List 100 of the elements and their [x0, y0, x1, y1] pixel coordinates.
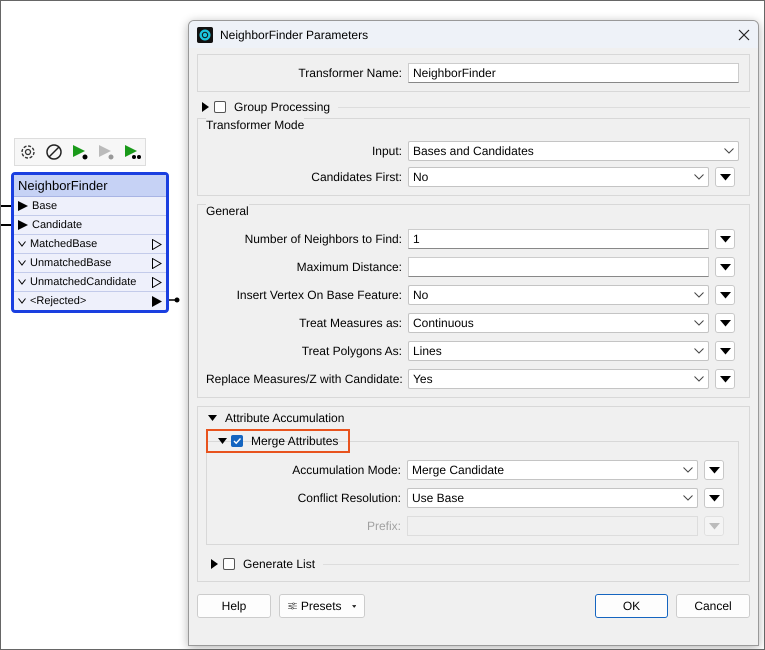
port-label: MatchedBase	[30, 238, 98, 250]
field-label: Prefix:	[366, 519, 401, 533]
close-icon[interactable]	[738, 28, 750, 40]
caret-icon	[720, 264, 730, 270]
caret-icon	[352, 604, 356, 608]
menu-button[interactable]	[715, 341, 735, 361]
menu-button[interactable]	[715, 285, 735, 305]
dropdown-value: Bases and Candidates	[413, 144, 535, 158]
dropdown-value: Use Base	[412, 491, 466, 505]
output-port-icon[interactable]	[152, 296, 162, 306]
sliders-icon	[288, 600, 297, 612]
caret-icon	[720, 174, 730, 180]
chevron-down-icon	[683, 495, 693, 501]
output-port-icon[interactable]	[152, 258, 162, 268]
group-title: General	[206, 204, 249, 218]
caret-icon	[720, 292, 730, 298]
default-button[interactable]: OK	[595, 594, 668, 618]
chevron-down-icon[interactable]	[18, 298, 26, 304]
dropdown-value: No	[413, 170, 430, 184]
collapsed-icon[interactable]	[201, 102, 210, 112]
input-field[interactable]	[408, 257, 709, 277]
menu-button[interactable]	[715, 167, 735, 187]
port-label: Base	[32, 200, 58, 212]
menu-button[interactable]	[704, 460, 724, 480]
field-label: Replace Measures/Z with Candidate:	[206, 372, 402, 386]
section-label: Group Processing	[234, 100, 330, 114]
field-label: Insert Vertex On Base Feature:	[236, 288, 402, 302]
menu-button[interactable]	[704, 488, 724, 508]
dropdown-value: Continuous	[413, 316, 475, 330]
menu-button[interactable]	[715, 257, 735, 277]
input-field[interactable]: NeighborFinder	[408, 63, 739, 83]
field-label: Candidates First:	[310, 170, 402, 184]
input-port-icon[interactable]	[18, 201, 28, 211]
field-label: Treat Measures as:	[298, 316, 402, 330]
section-label: Attribute Accumulation	[225, 411, 344, 425]
chevron-down-icon	[694, 376, 704, 382]
node-title: NeighborFinder	[14, 175, 166, 197]
prohibited-icon[interactable]	[45, 143, 63, 161]
field-label: Accumulation Mode:	[291, 463, 401, 477]
menu-button[interactable]	[715, 313, 735, 333]
checkbox[interactable]	[231, 435, 243, 447]
input-port-icon[interactable]	[18, 220, 28, 230]
dropdown[interactable]: No	[408, 285, 709, 305]
chevron-down-icon	[683, 467, 693, 473]
dropdown[interactable]: Yes	[408, 369, 709, 389]
caret-icon	[708, 466, 720, 474]
app-icon	[197, 26, 213, 42]
chevron-down-icon[interactable]	[18, 279, 26, 285]
expanded-icon[interactable]	[218, 436, 227, 446]
output-port-icon[interactable]	[152, 238, 162, 250]
chevron-down-icon	[694, 348, 704, 354]
caret-icon	[720, 348, 730, 354]
dropdown[interactable]: Merge Candidate	[407, 460, 698, 480]
field-label: Number of Neighbors to Find:	[244, 232, 402, 246]
section-label: Generate List	[243, 557, 316, 571]
caret-icon	[720, 376, 730, 382]
transformer-node[interactable]: NeighborFinder Base Candidate MatchedBase UnmatchedBase UnmatchedCandidate <Rejected>	[11, 172, 169, 313]
chevron-down-icon	[694, 320, 704, 326]
settings-icon[interactable]	[19, 143, 37, 161]
chevron-down-icon[interactable]	[18, 260, 26, 266]
field-label: Input:	[370, 144, 402, 158]
field-label: Treat Polygons As:	[300, 344, 402, 358]
checkbox[interactable]	[223, 558, 235, 570]
caret-icon	[720, 236, 730, 242]
dialog-button[interactable]: Cancel	[676, 594, 750, 618]
field-label: Transformer Name:	[297, 66, 402, 80]
dropdown-value: Yes	[413, 372, 434, 386]
field-label: Maximum Distance:	[296, 260, 402, 274]
dropdown-value: No	[413, 288, 430, 302]
chevron-down-icon	[694, 174, 704, 180]
collapsed-icon[interactable]	[210, 559, 219, 569]
port-label: UnmatchedCandidate	[30, 276, 138, 288]
play-icon[interactable]	[71, 143, 89, 161]
field-label: Conflict Resolution:	[296, 491, 401, 505]
output-port-icon[interactable]	[152, 276, 162, 288]
dropdown[interactable]: Bases and Candidates	[408, 141, 739, 161]
dropdown-value: Merge Candidate	[412, 463, 506, 477]
play-icon[interactable]	[123, 143, 141, 161]
dropdown[interactable]: No	[408, 167, 709, 187]
connection-line	[166, 297, 180, 303]
caret-icon	[720, 320, 730, 326]
chevron-down-icon	[724, 148, 734, 154]
presets-button[interactable]: Presets	[279, 594, 365, 618]
dropdown[interactable]: Lines	[408, 341, 709, 361]
menu-button[interactable]	[715, 229, 735, 249]
section-label: Merge Attributes	[251, 434, 338, 448]
dialog-button[interactable]: Help	[197, 594, 271, 618]
caret-icon	[708, 494, 720, 502]
port-label: Candidate	[32, 219, 84, 231]
expanded-icon[interactable]	[208, 413, 217, 423]
port-label: <Rejected>	[30, 295, 88, 307]
input-field[interactable]: 1	[408, 229, 709, 249]
group-title: Transformer Mode	[206, 118, 304, 132]
menu-button[interactable]	[715, 369, 735, 389]
dropdown[interactable]: Use Base	[407, 488, 698, 508]
port-label: UnmatchedBase	[30, 257, 112, 269]
checkbox[interactable]	[214, 101, 226, 113]
chevron-down-icon[interactable]	[18, 241, 26, 247]
dropdown[interactable]: Continuous	[408, 313, 709, 333]
caret-icon	[708, 522, 720, 530]
